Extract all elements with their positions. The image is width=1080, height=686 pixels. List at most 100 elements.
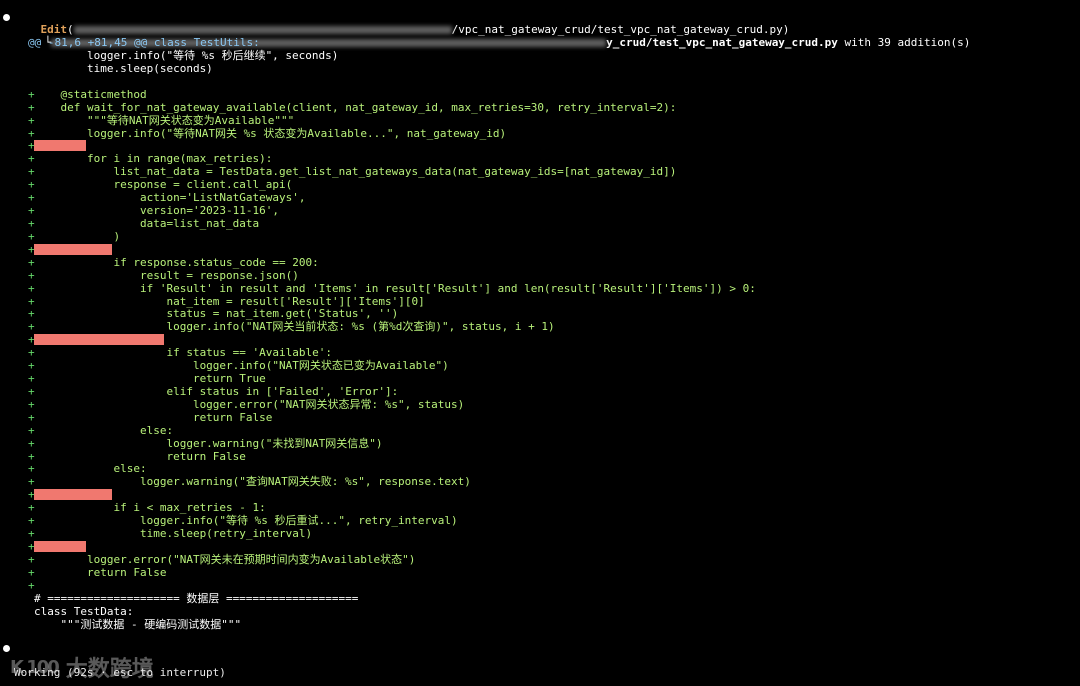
- code-text: if response.status_code == 200:: [34, 255, 319, 269]
- blank-line-highlight: [34, 541, 86, 552]
- code-text: version='2023-11-16',: [34, 204, 280, 217]
- diff-marker: +: [28, 139, 35, 153]
- diff-line: + elif status in ['Failed', 'Error']:: [0, 385, 1080, 398]
- diff-line: + logger.info("NAT网关状态已变为Available"): [0, 359, 1080, 372]
- diff-line: + for i in range(max_retries):: [0, 152, 1080, 165]
- code-text: ): [34, 229, 121, 243]
- diff-line: + logger.info("等待 %s 秒后重试...", retry_int…: [0, 514, 1080, 527]
- code-text: logger.info("等待 %s 秒后重试...", retry_inter…: [34, 514, 458, 528]
- diff-line: + response = client.call_api(: [0, 178, 1080, 191]
- diff-line: + logger.info("等待NAT网关 %s 状态变为Available.…: [0, 127, 1080, 140]
- code-text: return False: [34, 565, 167, 579]
- code-text: if status == 'Available':: [34, 346, 333, 360]
- code-text: logger.error("NAT网关未在预期时间内变为Available状态"…: [34, 552, 416, 566]
- diff-line: +: [0, 333, 1080, 346]
- diff-line: + def wait_for_nat_gateway_available(cli…: [0, 101, 1080, 114]
- code-text: status = nat_item.get('Status', ''): [34, 307, 399, 321]
- blank-line-highlight: [34, 140, 86, 152]
- diff-hunk-header: @@ -81,6 +81,45 @@ class TestUtils:: [28, 36, 260, 49]
- blank-line-highlight: [34, 489, 112, 501]
- diff-line: +: [0, 139, 1080, 152]
- diff-line: + if status == 'Available':: [0, 346, 1080, 359]
- addition-count: with 39 addition(s): [837, 36, 971, 49]
- code-text: def wait_for_nat_gateway_available(clien…: [34, 100, 677, 114]
- diff-line: + if response.status_code == 200:: [0, 256, 1080, 269]
- code-text: logger.info("等待 %s 秒后继续", seconds): [34, 49, 339, 62]
- edit-subline: └ y_crud/test_vpc_nat_gateway_crud.py wit…: [18, 23, 971, 49]
- diff-line: time.sleep(seconds): [0, 62, 1080, 75]
- code-text: class TestData:: [34, 604, 134, 618]
- code-text: list_nat_data = TestData.get_list_nat_ga…: [34, 165, 677, 179]
- diff-line: + return False: [0, 411, 1080, 424]
- tool-bullet-icon: [3, 14, 10, 21]
- diff-marker: +: [28, 488, 35, 502]
- diff-marker: +: [28, 578, 35, 592]
- edit-header: Edit(/vpc_nat_gateway_crud/test_vpc_nat_…: [14, 10, 790, 36]
- code-text: else:: [34, 462, 147, 476]
- code-text: data=list_nat_data: [34, 217, 260, 230]
- diff-line: + version='2023-11-16',: [0, 204, 1080, 217]
- diff-line: """测试数据 - 硬编码测试数据""": [0, 618, 1080, 631]
- code-text: """测试数据 - 硬编码测试数据""": [34, 617, 242, 631]
- diff-line: + logger.info("NAT网关当前状态: %s (第%d次查询)", …: [0, 320, 1080, 333]
- diff-line: + ): [0, 230, 1080, 243]
- code-text: @staticmethod: [34, 87, 147, 101]
- code-text: logger.warning("未找到NAT网关信息"): [34, 436, 383, 450]
- diff-marker: +: [28, 540, 35, 553]
- diff-line: + if i < max_retries - 1:: [0, 501, 1080, 514]
- diff-line: +: [0, 488, 1080, 501]
- status-bullet-icon: [3, 645, 10, 652]
- code-text: time.sleep(retry_interval): [34, 527, 313, 540]
- code-text: # ==================== 数据层 =============…: [34, 591, 359, 605]
- code-text: if i < max_retries - 1:: [34, 501, 266, 515]
- diff-line: + @staticmethod: [0, 88, 1080, 101]
- code-text: if 'Result' in result and 'Items' in res…: [34, 281, 756, 295]
- diff-line: + status = nat_item.get('Status', ''): [0, 307, 1080, 320]
- diff-marker: +: [28, 242, 35, 256]
- diff-line: + logger.warning("未找到NAT网关信息"): [0, 437, 1080, 450]
- status-line: Working (92s · esc to interrupt): [14, 666, 226, 679]
- diff-line: logger.info("等待 %s 秒后继续", seconds): [0, 49, 1080, 62]
- code-text: return False: [34, 449, 246, 463]
- diff-line: class TestData:: [0, 605, 1080, 618]
- code-text: response = client.call_api(: [34, 178, 293, 192]
- diff-line: + time.sleep(retry_interval): [0, 527, 1080, 540]
- code-text: elif status in ['Failed', 'Error']:: [34, 384, 399, 398]
- code-text: logger.info("NAT网关状态已变为Available"): [34, 359, 449, 373]
- diff-line: + list_nat_data = TestData.get_list_nat_…: [0, 165, 1080, 178]
- diff-line: + if 'Result' in result and 'Items' in r…: [0, 282, 1080, 295]
- diff-line: + action='ListNatGateways',: [0, 191, 1080, 204]
- diff-line: + result = response.json(): [0, 269, 1080, 282]
- diff-line: +: [0, 540, 1080, 553]
- diff-line: + """等待NAT网关状态变为Available""": [0, 114, 1080, 127]
- code-text: else:: [34, 423, 174, 437]
- code-text: return True: [34, 372, 266, 385]
- blank-line-highlight: [34, 243, 112, 255]
- code-text: logger.info("NAT网关当前状态: %s (第%d次查询)", st…: [34, 320, 555, 334]
- code-text: time.sleep(seconds): [34, 61, 213, 75]
- code-text: return False: [34, 410, 273, 424]
- diff-line: + logger.warning("查询NAT网关失败: %s", respon…: [0, 475, 1080, 488]
- diff-marker: +: [28, 333, 35, 347]
- diff-line: + return False: [0, 450, 1080, 463]
- blank-line-highlight: [34, 334, 164, 346]
- diff-line: + nat_item = result['Result']['Items'][0…: [0, 295, 1080, 308]
- diff-line: +: [0, 243, 1080, 256]
- edited-file: y_crud/test_vpc_nat_gateway_crud.py: [606, 36, 838, 49]
- code-text: for i in range(max_retries):: [34, 152, 273, 166]
- diff-line: + data=list_nat_data: [0, 217, 1080, 230]
- code-text: logger.error("NAT网关状态异常: %s", status): [34, 397, 465, 411]
- code-text: logger.info("等待NAT网关 %s 状态变为Available...…: [34, 126, 507, 140]
- code-text: logger.warning("查询NAT网关失败: %s", response…: [34, 475, 471, 489]
- diff-line: +: [0, 579, 1080, 592]
- diff-line: # ==================== 数据层 =============…: [0, 592, 1080, 605]
- diff-line: + logger.error("NAT网关未在预期时间内变为Available状…: [0, 553, 1080, 566]
- code-text: result = response.json(): [34, 268, 299, 282]
- diff-line: [0, 75, 1080, 88]
- code-text: action='ListNatGateways',: [34, 191, 306, 205]
- diff-line: + logger.error("NAT网关状态异常: %s", status): [0, 398, 1080, 411]
- diff-line: + else:: [0, 462, 1080, 475]
- code-text: nat_item = result['Result']['Items'][0]: [34, 294, 425, 308]
- diff-line: + else:: [0, 424, 1080, 437]
- diff-line: + return True: [0, 372, 1080, 385]
